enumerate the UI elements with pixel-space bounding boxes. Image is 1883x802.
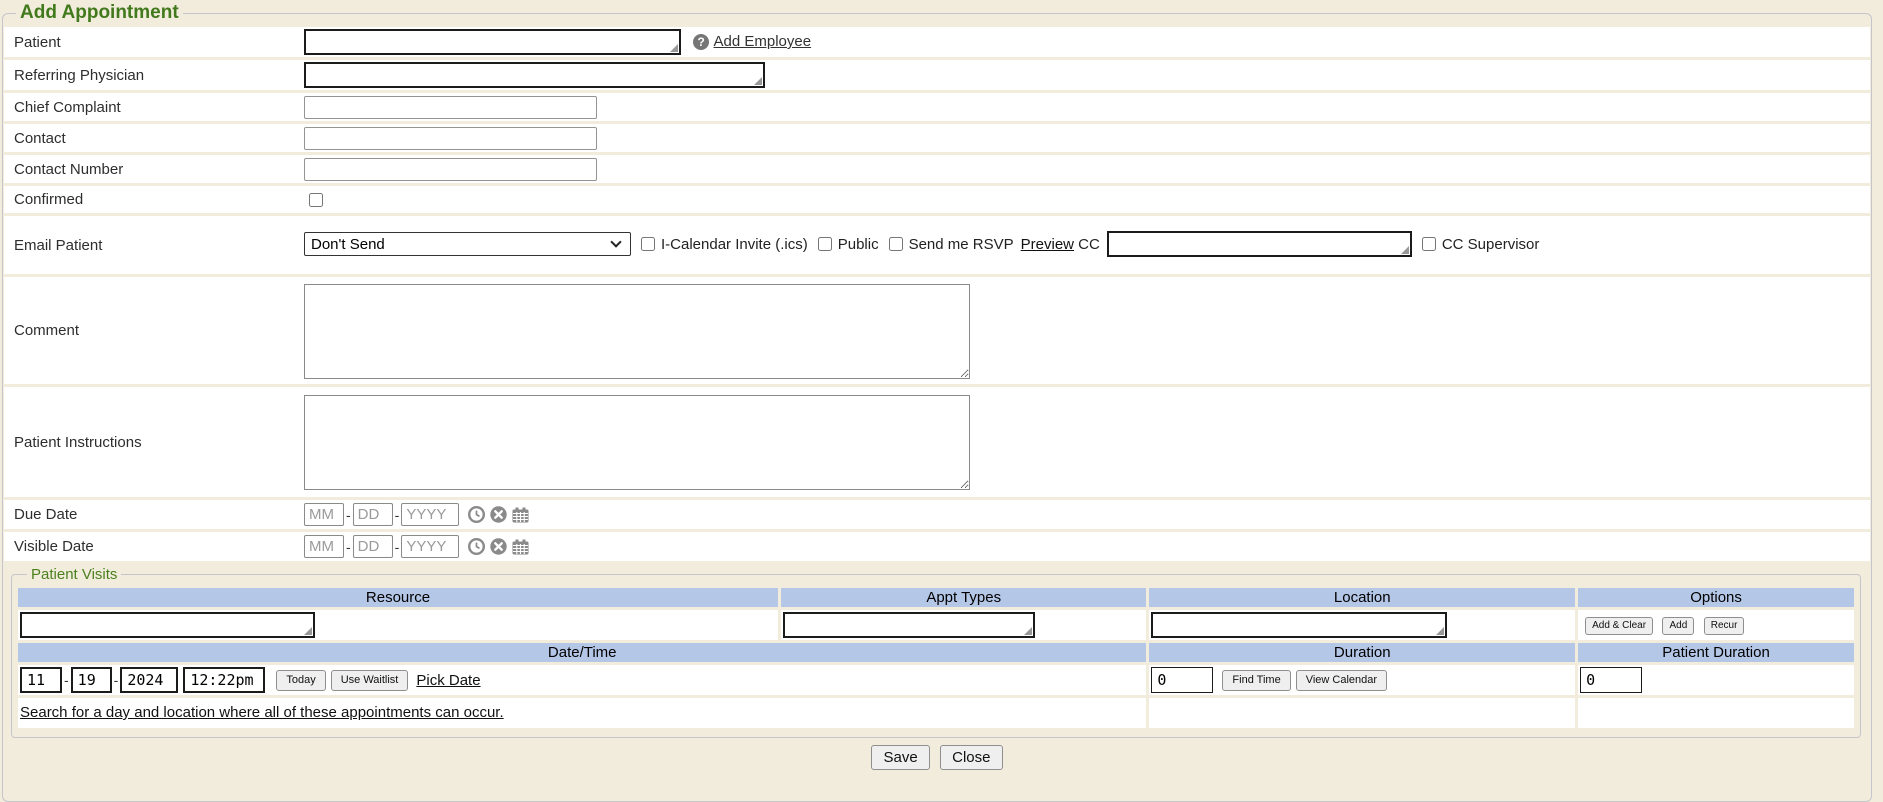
- public-label: Public: [838, 236, 879, 253]
- visit-year-input[interactable]: [120, 667, 178, 693]
- patient-instructions-textarea[interactable]: [304, 395, 970, 490]
- patient-duration-input[interactable]: [1580, 667, 1642, 693]
- footer-actions: Save Close: [4, 745, 1870, 770]
- today-button[interactable]: Today: [276, 670, 325, 691]
- patient-instructions-label: Patient Instructions: [4, 387, 294, 497]
- location-input[interactable]: [1151, 612, 1447, 638]
- referring-physician-label: Referring Physician: [4, 60, 294, 90]
- use-waitlist-button[interactable]: Use Waitlist: [331, 670, 409, 691]
- cc-input[interactable]: [1107, 231, 1412, 257]
- visit-day-input[interactable]: [71, 667, 112, 693]
- form-row-patient: Patient ? Add Employee: [4, 27, 1870, 57]
- cc-supervisor-label: CC Supervisor: [1442, 236, 1540, 253]
- visible-date-label: Visible Date: [4, 532, 294, 561]
- contact-input[interactable]: [304, 127, 597, 150]
- patient-input[interactable]: [304, 29, 681, 55]
- page-title: Add Appointment: [16, 2, 183, 24]
- visits-date-row: -- Today Use Waitlist Pick Date Find Tim…: [18, 665, 1854, 695]
- form-row-email-patient: Email Patient Don't Send I-Calendar Invi…: [4, 216, 1870, 274]
- calendar-icon[interactable]: [512, 539, 529, 555]
- view-calendar-button[interactable]: View Calendar: [1296, 670, 1387, 691]
- clock-icon[interactable]: [468, 538, 485, 555]
- add-and-clear-button[interactable]: Add & Clear: [1585, 617, 1653, 635]
- recur-button[interactable]: Recur: [1704, 617, 1745, 635]
- preview-link[interactable]: Preview: [1021, 236, 1074, 253]
- contact-number-label: Contact Number: [4, 155, 294, 183]
- visible-date-month-input[interactable]: [304, 535, 344, 558]
- clear-icon[interactable]: [490, 538, 507, 555]
- icalendar-invite-checkbox[interactable]: [641, 237, 655, 251]
- save-button[interactable]: Save: [871, 745, 929, 770]
- options-header: Options: [1578, 588, 1854, 607]
- visit-time-input[interactable]: [183, 667, 265, 693]
- date-time-header: Date/Time: [18, 643, 1146, 662]
- email-patient-select[interactable]: Don't Send: [304, 232, 631, 256]
- pick-date-link[interactable]: Pick Date: [416, 672, 480, 689]
- patient-visits-legend: Patient Visits: [27, 566, 121, 583]
- cc-label: CC: [1078, 236, 1100, 253]
- chief-complaint-input[interactable]: [304, 96, 597, 119]
- appt-types-input[interactable]: [783, 612, 1035, 638]
- clear-icon[interactable]: [490, 506, 507, 523]
- resource-header: Resource: [18, 588, 778, 607]
- find-time-button[interactable]: Find Time: [1222, 670, 1290, 691]
- form-row-patient-instructions: Patient Instructions: [4, 387, 1870, 497]
- due-date-day-input[interactable]: [353, 503, 393, 526]
- clock-icon[interactable]: [468, 506, 485, 523]
- comment-textarea[interactable]: [304, 284, 970, 379]
- confirmed-label: Confirmed: [4, 186, 294, 213]
- calendar-icon[interactable]: [512, 507, 529, 523]
- form-row-referring-physician: Referring Physician: [4, 60, 1870, 90]
- contact-label: Contact: [4, 124, 294, 152]
- confirmed-checkbox[interactable]: [309, 193, 323, 207]
- patient-duration-header: Patient Duration: [1578, 643, 1854, 662]
- form-row-due-date: Due Date --: [4, 500, 1870, 529]
- cc-supervisor-checkbox[interactable]: [1422, 237, 1436, 251]
- comment-label: Comment: [4, 277, 294, 384]
- form-row-visible-date: Visible Date --: [4, 532, 1870, 561]
- visit-month-input[interactable]: [20, 667, 62, 693]
- visits-header-row-2: Date/Time Duration Patient Duration: [18, 643, 1854, 662]
- chief-complaint-label: Chief Complaint: [4, 93, 294, 121]
- send-me-rsvp-label: Send me RSVP: [909, 236, 1014, 253]
- icalendar-invite-label: I-Calendar Invite (.ics): [661, 236, 808, 253]
- search-day-location-link[interactable]: Search for a day and location where all …: [20, 704, 504, 721]
- form-row-contact: Contact: [4, 124, 1870, 152]
- form-row-comment: Comment: [4, 277, 1870, 384]
- referring-physician-input[interactable]: [304, 62, 765, 88]
- add-appointment-section: Add Appointment Patient ? Add Employee R…: [2, 2, 1872, 802]
- add-button[interactable]: Add: [1662, 617, 1694, 635]
- duration-input[interactable]: [1151, 667, 1213, 693]
- patient-visits-section: Patient Visits Resource Appt Types Locat…: [11, 566, 1861, 738]
- question-icon[interactable]: ?: [693, 34, 709, 50]
- due-date-label: Due Date: [4, 500, 294, 529]
- visits-input-row: Add & Clear Add Recur: [18, 610, 1854, 640]
- public-checkbox[interactable]: [818, 237, 832, 251]
- visible-date-day-input[interactable]: [353, 535, 393, 558]
- form-row-confirmed: Confirmed: [4, 186, 1870, 213]
- visits-header-row-1: Resource Appt Types Location Options: [18, 588, 1854, 607]
- email-patient-label: Email Patient: [4, 216, 294, 274]
- contact-number-input[interactable]: [304, 158, 597, 181]
- due-date-month-input[interactable]: [304, 503, 344, 526]
- visits-search-row: Search for a day and location where all …: [18, 698, 1854, 728]
- duration-header: Duration: [1149, 643, 1575, 662]
- resource-input[interactable]: [20, 612, 315, 638]
- appt-types-header: Appt Types: [781, 588, 1146, 607]
- patient-visits-table: Resource Appt Types Location Options Add…: [15, 585, 1857, 731]
- due-date-year-input[interactable]: [401, 503, 459, 526]
- location-header: Location: [1149, 588, 1575, 607]
- appointment-form: Patient ? Add Employee Referring Physici…: [4, 24, 1870, 564]
- close-button[interactable]: Close: [940, 745, 1002, 770]
- form-row-chief-complaint: Chief Complaint: [4, 93, 1870, 121]
- visible-date-year-input[interactable]: [401, 535, 459, 558]
- patient-label: Patient: [4, 27, 294, 57]
- form-row-contact-number: Contact Number: [4, 155, 1870, 183]
- add-employee-link[interactable]: Add Employee: [714, 33, 812, 50]
- send-me-rsvp-checkbox[interactable]: [889, 237, 903, 251]
